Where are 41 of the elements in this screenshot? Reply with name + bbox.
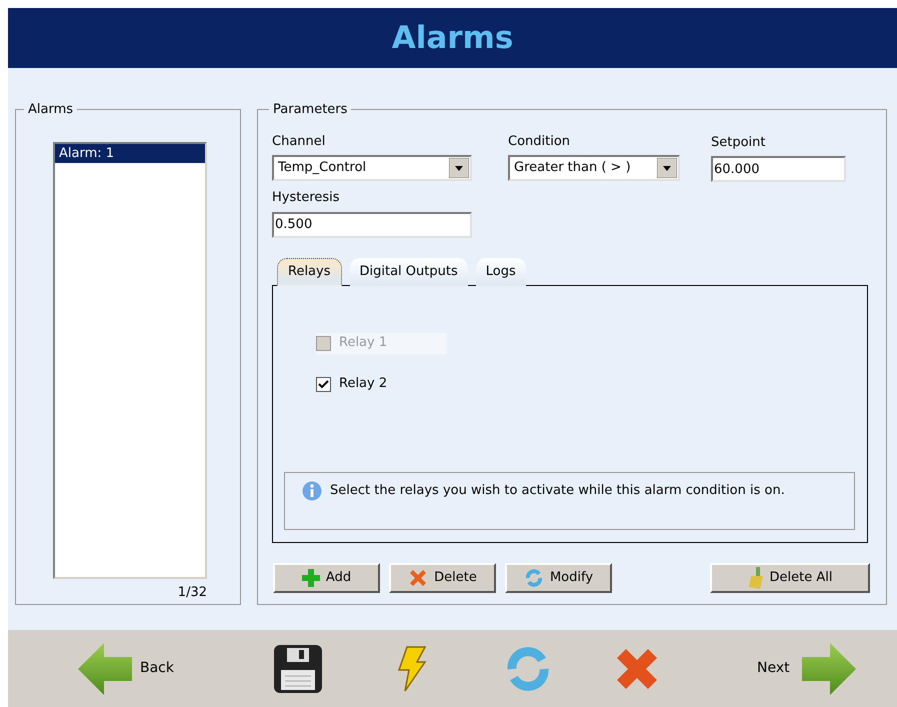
lightning-button[interactable]	[395, 646, 427, 692]
group-title: Alarms	[27, 101, 74, 119]
info-text: Select the relays you wish to activate while this alarm condition is on.	[330, 482, 785, 500]
right-arrow-icon	[802, 642, 856, 694]
lightning-icon	[395, 646, 427, 692]
tab[interactable]: Logs	[476, 258, 526, 286]
cross-icon	[408, 568, 428, 588]
condition-dropdown[interactable]: Greater than ( > )	[508, 155, 680, 181]
left-arrow-icon	[78, 642, 132, 694]
group-title: Parameters	[272, 101, 348, 119]
refresh-icon	[524, 568, 544, 588]
channel-dropdown[interactable]: Temp_Control	[272, 155, 472, 181]
setpoint-input[interactable]: 60.000	[711, 156, 846, 182]
back-button[interactable]: Back	[78, 642, 174, 694]
info-icon	[302, 480, 322, 500]
dropdown-arrow-icon	[657, 158, 677, 178]
alarm-count: 1/32	[178, 584, 207, 602]
relay-checkbox[interactable]: Relay 2	[316, 374, 447, 394]
relay-label: Relay 2	[339, 375, 388, 394]
condition-label: Condition	[508, 132, 572, 150]
channel-label: Channel	[272, 132, 326, 150]
hysteresis-label: Hysteresis	[272, 189, 341, 207]
add-button[interactable]: Add	[273, 562, 380, 592]
broom-icon	[748, 566, 764, 588]
save-button[interactable]	[273, 644, 323, 694]
checkbox[interactable]	[316, 376, 331, 392]
dropdown-arrow-icon	[449, 158, 469, 178]
relay-label: Relay 1	[339, 334, 388, 352]
window-title: Alarms	[392, 18, 514, 58]
delete-all-button[interactable]: Delete All	[710, 562, 870, 592]
next-button[interactable]: Next	[757, 642, 856, 694]
checkmark-icon	[318, 378, 329, 390]
tab[interactable]: Relays	[277, 258, 342, 286]
alarm-list[interactable]: Alarm: 1	[53, 142, 207, 578]
tab[interactable]: Digital Outputs	[350, 258, 468, 286]
setpoint-label: Setpoint	[711, 134, 767, 152]
alarm-list-item[interactable]: Alarm: 1	[55, 144, 205, 163]
delete-button[interactable]: Delete	[389, 562, 496, 592]
modify-button[interactable]: Modify	[505, 562, 612, 592]
plus-icon	[302, 568, 320, 586]
hysteresis-input[interactable]: 0.500	[272, 212, 472, 238]
